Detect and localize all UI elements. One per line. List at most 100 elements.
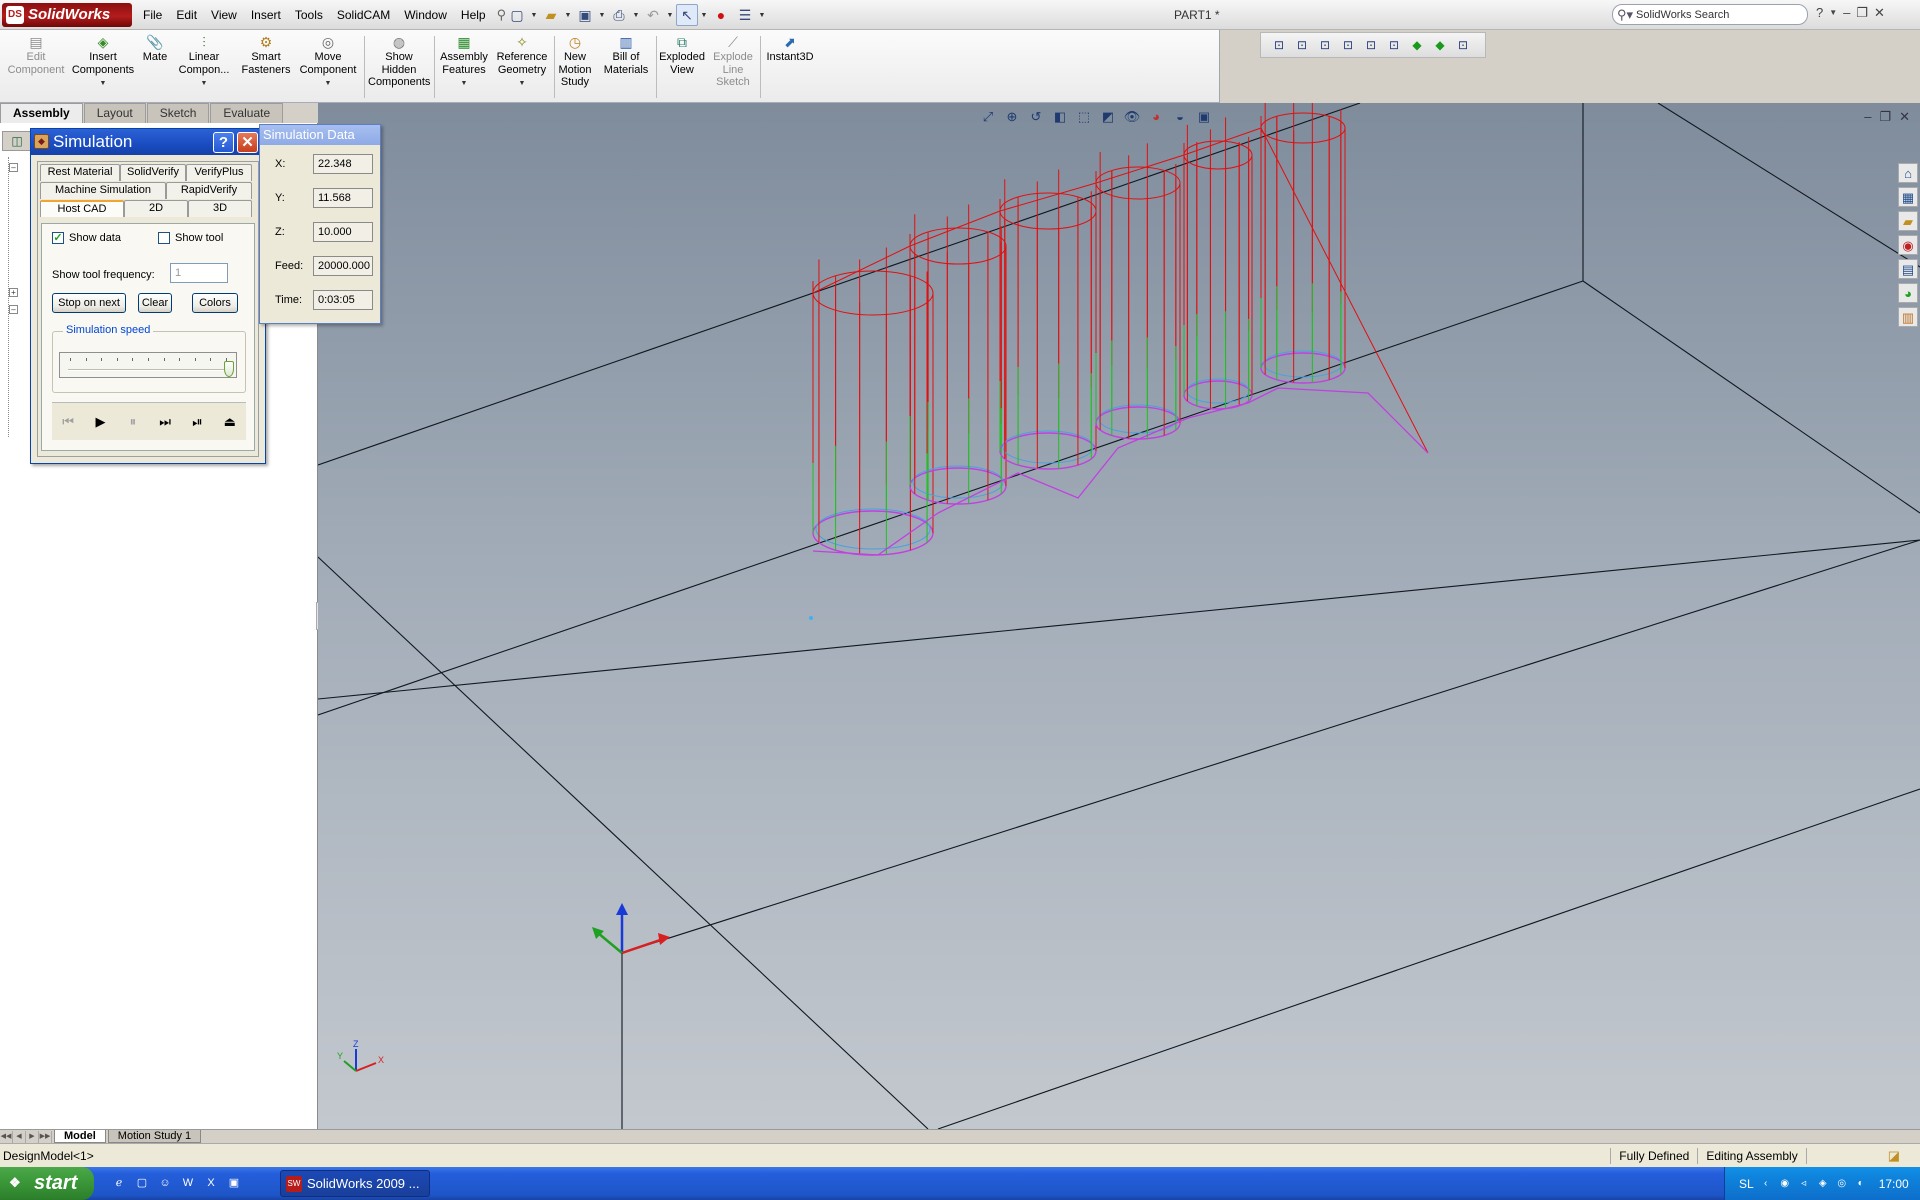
tab-motion-study-1[interactable]: Motion Study 1 [107, 1130, 202, 1143]
zoom-to-fit-icon[interactable]: ⤢ [978, 107, 998, 127]
save-icon[interactable]: ▣ [574, 4, 596, 26]
undo-dropdown-icon[interactable]: ▼ [666, 12, 674, 19]
custom-properties-icon[interactable]: ▥ [1898, 307, 1918, 327]
view-orientation-icon[interactable]: ⬚ [1074, 107, 1094, 127]
edit-component-button[interactable]: ▤ Edit Component [6, 32, 66, 76]
antivirus-icon[interactable]: ◐ [1854, 1177, 1868, 1191]
restore-icon[interactable]: ❐ [1856, 5, 1868, 21]
start-button[interactable]: ❖ start [0, 1167, 94, 1200]
tab-2d[interactable]: 2D [124, 200, 188, 217]
print-icon[interactable]: ⎙ [608, 4, 630, 26]
run-to-end-icon[interactable]: ⏯ [187, 414, 207, 430]
edit-appearance-icon[interactable]: ◕ [1146, 107, 1166, 127]
select-arrow-icon[interactable]: ↖ [676, 4, 698, 26]
zoom-to-area-icon[interactable]: ⊕ [1002, 107, 1022, 127]
options-icon[interactable]: ☰ [734, 4, 756, 26]
toolpath-view-icon[interactable]: ⊡ [1453, 35, 1473, 55]
view-palette-icon[interactable]: ▤ [1898, 259, 1918, 279]
tab-assembly[interactable]: Assembly [0, 103, 83, 123]
save-dropdown-icon[interactable]: ▼ [598, 12, 606, 19]
rebuild-traffic-light-icon[interactable]: ● [710, 4, 732, 26]
slider-thumb[interactable] [224, 361, 234, 377]
prev-tab-icon[interactable]: ◀ [13, 1130, 26, 1143]
menu-insert[interactable]: Insert [244, 4, 288, 26]
open-folder-icon[interactable]: ▰ [540, 4, 562, 26]
simulation-data-title[interactable]: Simulation Data [260, 125, 380, 145]
language-indicator[interactable]: SL [1739, 1177, 1754, 1191]
select-dropdown-icon[interactable]: ▼ [700, 12, 708, 19]
simulation-title-bar[interactable]: ◆ Simulation ? ✕ [31, 129, 265, 155]
last-tab-icon[interactable]: ▶▶ [39, 1130, 52, 1143]
exploded-view-button[interactable]: ⧉ Exploded View [658, 32, 706, 76]
hide-show-items-icon[interactable]: 👁 [1122, 107, 1142, 127]
new-motion-study-button[interactable]: ◷ New Motion Study [556, 32, 594, 89]
feature-manager-tab-icon[interactable]: ◫ [2, 131, 32, 151]
menu-file[interactable]: File [136, 4, 169, 26]
mate-button[interactable]: 📎 Mate [140, 32, 170, 64]
volume-icon[interactable]: ◃ [1797, 1177, 1811, 1191]
help-icon[interactable]: ? [1816, 5, 1823, 21]
tree-expand-icon[interactable]: – [9, 305, 18, 314]
options-dropdown-icon[interactable]: ▼ [758, 12, 766, 19]
toolpath-view-icon[interactable]: ⊡ [1315, 35, 1335, 55]
app-logo[interactable]: DS SolidWorks [2, 3, 132, 27]
simulation-speed-slider[interactable] [59, 352, 237, 378]
new-document-icon[interactable]: ▢ [506, 4, 528, 26]
smart-fasteners-button[interactable]: ⚙ Smart Fasteners [238, 32, 294, 76]
undo-icon[interactable]: ↶ [642, 4, 664, 26]
first-tab-icon[interactable]: ◀◀ [0, 1130, 13, 1143]
show-tool-frequency-input[interactable] [170, 263, 228, 283]
new-dropdown-icon[interactable]: ▼ [530, 12, 538, 19]
internet-explorer-icon[interactable]: ℯ [110, 1174, 128, 1192]
step-forward-icon[interactable]: ⏭ [155, 414, 175, 430]
tab-machine-simulation[interactable]: Machine Simulation [40, 182, 166, 199]
menu-solidcam[interactable]: SolidCAM [330, 4, 397, 26]
pause-icon[interactable]: ⏸ [123, 414, 143, 430]
toolpath-view-icon[interactable]: ⊡ [1338, 35, 1358, 55]
tab-evaluate[interactable]: Evaluate [210, 103, 284, 123]
network-icon[interactable]: ◉ [1778, 1177, 1792, 1191]
clear-button[interactable]: Clear [138, 293, 172, 313]
colors-button[interactable]: Colors [192, 293, 238, 313]
file-explorer-icon[interactable]: ▰ [1898, 211, 1918, 231]
taskbar-solidworks-button[interactable]: SW SolidWorks 2009 ... [280, 1170, 430, 1197]
next-tab-icon[interactable]: ▶ [26, 1130, 39, 1143]
exit-icon[interactable]: ⏏ [220, 414, 240, 430]
print-dropdown-icon[interactable]: ▼ [632, 12, 640, 19]
tree-expand-icon[interactable]: + [9, 288, 18, 297]
tab-layout[interactable]: Layout [83, 103, 146, 123]
apply-scene-icon[interactable]: ◒ [1170, 107, 1190, 127]
reference-geometry-button[interactable]: ✧ Reference Geometry ▼ [494, 32, 550, 91]
explode-line-sketch-button[interactable]: ⟋ Explode Line Sketch [708, 32, 758, 89]
bill-of-materials-button[interactable]: ▥ Bill of Materials [598, 32, 654, 76]
show-data-checkbox[interactable]: ✓ Show data [52, 232, 121, 244]
stop-on-next-button[interactable]: Stop on next [52, 293, 126, 313]
design-library-icon[interactable]: ▦ [1898, 187, 1918, 207]
tray-arrow-icon[interactable]: ‹ [1759, 1177, 1773, 1191]
close-icon[interactable]: ✕ [1899, 109, 1910, 125]
toolpath-view-icon[interactable]: ⊡ [1292, 35, 1312, 55]
open-dropdown-icon[interactable]: ▼ [564, 12, 572, 19]
tab-solidverify[interactable]: SolidVerify [120, 164, 186, 181]
security-icon[interactable]: ◈ [1816, 1177, 1830, 1191]
home-icon[interactable]: ⌂ [1898, 163, 1918, 183]
search-results-icon[interactable]: ◉ [1898, 235, 1918, 255]
solid-cubes-icon[interactable]: ◆ [1430, 35, 1450, 55]
help-dropdown-icon[interactable]: ▼ [1829, 5, 1837, 21]
toolpath-view-icon[interactable]: ⊡ [1269, 35, 1289, 55]
appearances-icon[interactable]: ◕ [1898, 283, 1918, 303]
close-button[interactable]: ✕ [237, 132, 258, 153]
tab-rapidverify[interactable]: RapidVerify [166, 182, 252, 199]
tree-expand-icon[interactable]: – [9, 163, 18, 172]
show-desktop-icon[interactable]: ▢ [133, 1174, 151, 1192]
insert-components-button[interactable]: ◈ Insert Components ▼ [70, 32, 136, 91]
minimize-icon[interactable]: – [1864, 109, 1871, 125]
update-icon[interactable]: ◎ [1835, 1177, 1849, 1191]
menu-edit[interactable]: Edit [169, 4, 204, 26]
assembly-features-button[interactable]: ▦ Assembly Features ▼ [438, 32, 490, 91]
menu-tools[interactable]: Tools [288, 4, 330, 26]
minimize-icon[interactable]: – [1843, 5, 1850, 21]
linear-pattern-button[interactable]: ⫶ Linear Compon... ▼ [174, 32, 234, 91]
instant3d-button[interactable]: ⬈ Instant3D [762, 32, 818, 64]
solid-cube-icon[interactable]: ◆ [1407, 35, 1427, 55]
